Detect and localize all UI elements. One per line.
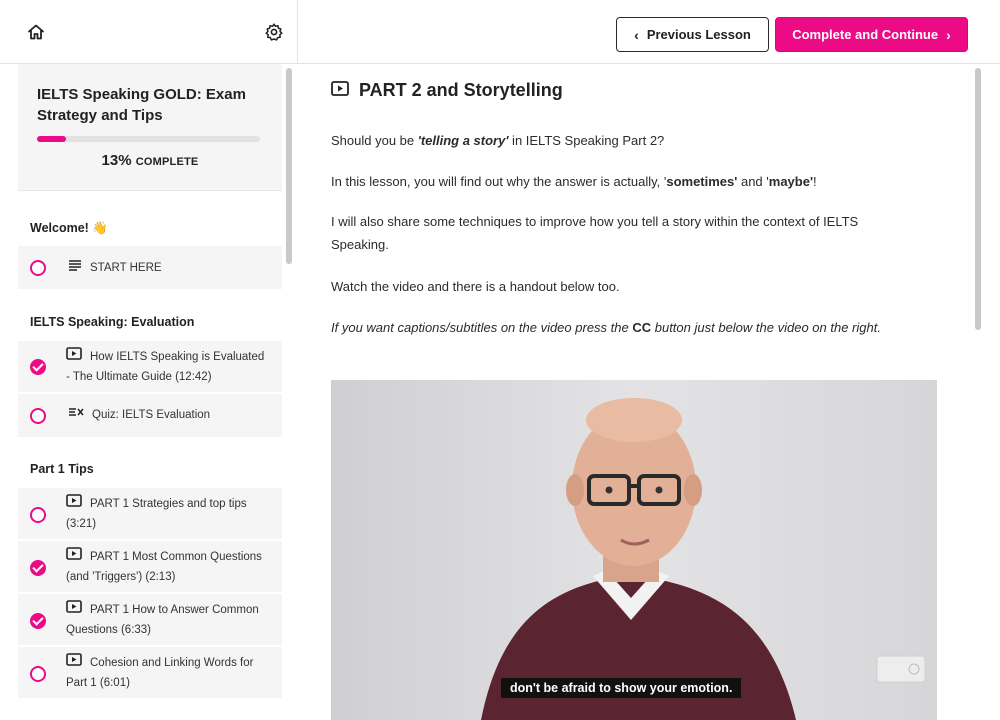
lesson-text: How IELTS Speaking is Evaluated - The Ul… — [66, 347, 271, 387]
lesson-item-part1-strategies[interactable]: PART 1 Strategies and top tips (3:21) — [18, 488, 282, 540]
lesson-label: Quiz: IELTS Evaluation — [92, 409, 211, 422]
lesson-label: START HERE — [90, 262, 162, 275]
course-sidebar: IELTS Speaking GOLD: Exam Strategy and T… — [18, 64, 282, 720]
paragraph-5: If you want captions/subtitles on the vi… — [331, 316, 941, 339]
lesson-incomplete-icon — [30, 260, 46, 276]
gear-icon[interactable] — [264, 22, 286, 44]
text: In this lesson, you will find out why th… — [331, 174, 667, 189]
text: Should you be — [331, 133, 418, 148]
progress-label: COMPLETE — [135, 156, 199, 168]
lesson-label: Cohesion and Linking Words for Part 1 (6… — [66, 657, 254, 690]
lesson-complete-icon — [30, 613, 46, 629]
lesson-item-quiz-evaluation[interactable]: Quiz: IELTS Evaluation — [18, 394, 282, 438]
lesson-text: START HERE — [68, 258, 273, 278]
lesson-incomplete-icon — [30, 408, 46, 424]
lesson-label: How IELTS Speaking is Evaluated - The Ul… — [66, 351, 265, 384]
section-title-welcome: Welcome! 👋 — [30, 221, 108, 235]
home-icon[interactable] — [26, 22, 48, 44]
chevron-left-icon: ‹ — [634, 26, 639, 43]
course-progress-text: 13% COMPLETE — [18, 152, 282, 169]
section-title-evaluation: IELTS Speaking: Evaluation — [30, 315, 195, 329]
content-scrollbar[interactable] — [975, 68, 981, 330]
paragraph-2: In this lesson, you will find out why th… — [331, 170, 941, 193]
progress-percent: 13% — [101, 152, 132, 169]
lesson-item-start-here[interactable]: START HERE — [18, 246, 282, 290]
lesson-item-part1-how-to-answer[interactable]: PART 1 How to Answer Common Questions (6… — [18, 594, 282, 646]
emphasis: CC — [632, 320, 652, 335]
text: in IELTS Speaking Part 2? — [508, 133, 665, 148]
lesson-item-evaluation-guide[interactable]: How IELTS Speaking is Evaluated - The Ul… — [18, 341, 282, 393]
text: button just below the video on the right… — [651, 320, 881, 335]
lesson-incomplete-icon — [30, 507, 46, 523]
complete-and-continue-button[interactable]: Complete and Continue › — [775, 17, 968, 52]
top-bar: ‹ Previous Lesson Complete and Continue … — [0, 0, 1000, 64]
video-icon — [66, 347, 82, 367]
lesson-text: Quiz: IELTS Evaluation — [68, 405, 273, 425]
lesson-text: Cohesion and Linking Words for Part 1 (6… — [66, 653, 271, 693]
text-icon — [68, 258, 82, 278]
lesson-label: PART 1 Most Common Questions (and 'Trigg… — [66, 551, 262, 584]
previous-lesson-label: Previous Lesson — [646, 27, 751, 42]
lesson-label: PART 1 How to Answer Common Questions (6… — [66, 604, 259, 637]
section-title-part1-tips: Part 1 Tips — [30, 462, 94, 476]
lesson-text: PART 1 Strategies and top tips (3:21) — [66, 494, 271, 534]
lesson-title: PART 2 and Storytelling — [359, 80, 563, 100]
emphasis: maybe' — [768, 174, 814, 189]
lesson-text: PART 1 Most Common Questions (and 'Trigg… — [66, 547, 271, 587]
lesson-label: PART 1 Strategies and top tips (3:21) — [66, 498, 247, 531]
video-frame-image — [331, 380, 937, 720]
course-header: IELTS Speaking GOLD: Exam Strategy and T… — [18, 64, 282, 191]
paragraph-4: Watch the video and there is a handout b… — [331, 279, 620, 294]
paragraph-3: I will also share some techniques to imp… — [331, 214, 859, 252]
previous-lesson-button[interactable]: ‹ Previous Lesson — [616, 17, 769, 52]
video-icon — [66, 600, 82, 620]
text: ! — [813, 174, 817, 189]
emphasis: sometimes' — [666, 174, 738, 189]
lesson-item-cohesion-linking[interactable]: Cohesion and Linking Words for Part 1 (6… — [18, 647, 282, 699]
video-icon — [66, 494, 82, 514]
lesson-incomplete-icon — [30, 666, 46, 682]
video-caption: don't be afraid to show your emotion. — [501, 678, 742, 698]
paragraph-1: Should you be 'telling a story' in IELTS… — [331, 129, 941, 152]
lesson-video-player[interactable]: don't be afraid to show your emotion. — [331, 380, 937, 720]
sidebar-header — [18, 0, 298, 64]
video-icon — [66, 547, 82, 567]
video-icon — [66, 653, 82, 673]
video-icon — [331, 80, 349, 101]
quiz-icon — [68, 405, 84, 425]
course-progress-fill — [37, 136, 66, 142]
lesson-heading: PART 2 and Storytelling — [331, 80, 563, 101]
lesson-complete-icon — [30, 560, 46, 576]
text: and ' — [737, 174, 769, 189]
lesson-text: PART 1 How to Answer Common Questions (6… — [66, 600, 271, 640]
lesson-item-part1-common-questions[interactable]: PART 1 Most Common Questions (and 'Trigg… — [18, 541, 282, 593]
emphasis: 'telling a story' — [417, 133, 509, 148]
sidebar-scrollbar[interactable] — [286, 68, 292, 264]
chevron-right-icon: › — [946, 26, 951, 43]
text: If you want captions/subtitles on the vi… — [331, 320, 633, 335]
complete-and-continue-label: Complete and Continue — [792, 27, 939, 42]
course-title: IELTS Speaking GOLD: Exam Strategy and T… — [37, 86, 246, 124]
lesson-content: PART 2 and Storytelling Should you be 't… — [297, 64, 977, 720]
lesson-complete-icon — [30, 359, 46, 375]
course-progress-bar — [37, 136, 260, 142]
